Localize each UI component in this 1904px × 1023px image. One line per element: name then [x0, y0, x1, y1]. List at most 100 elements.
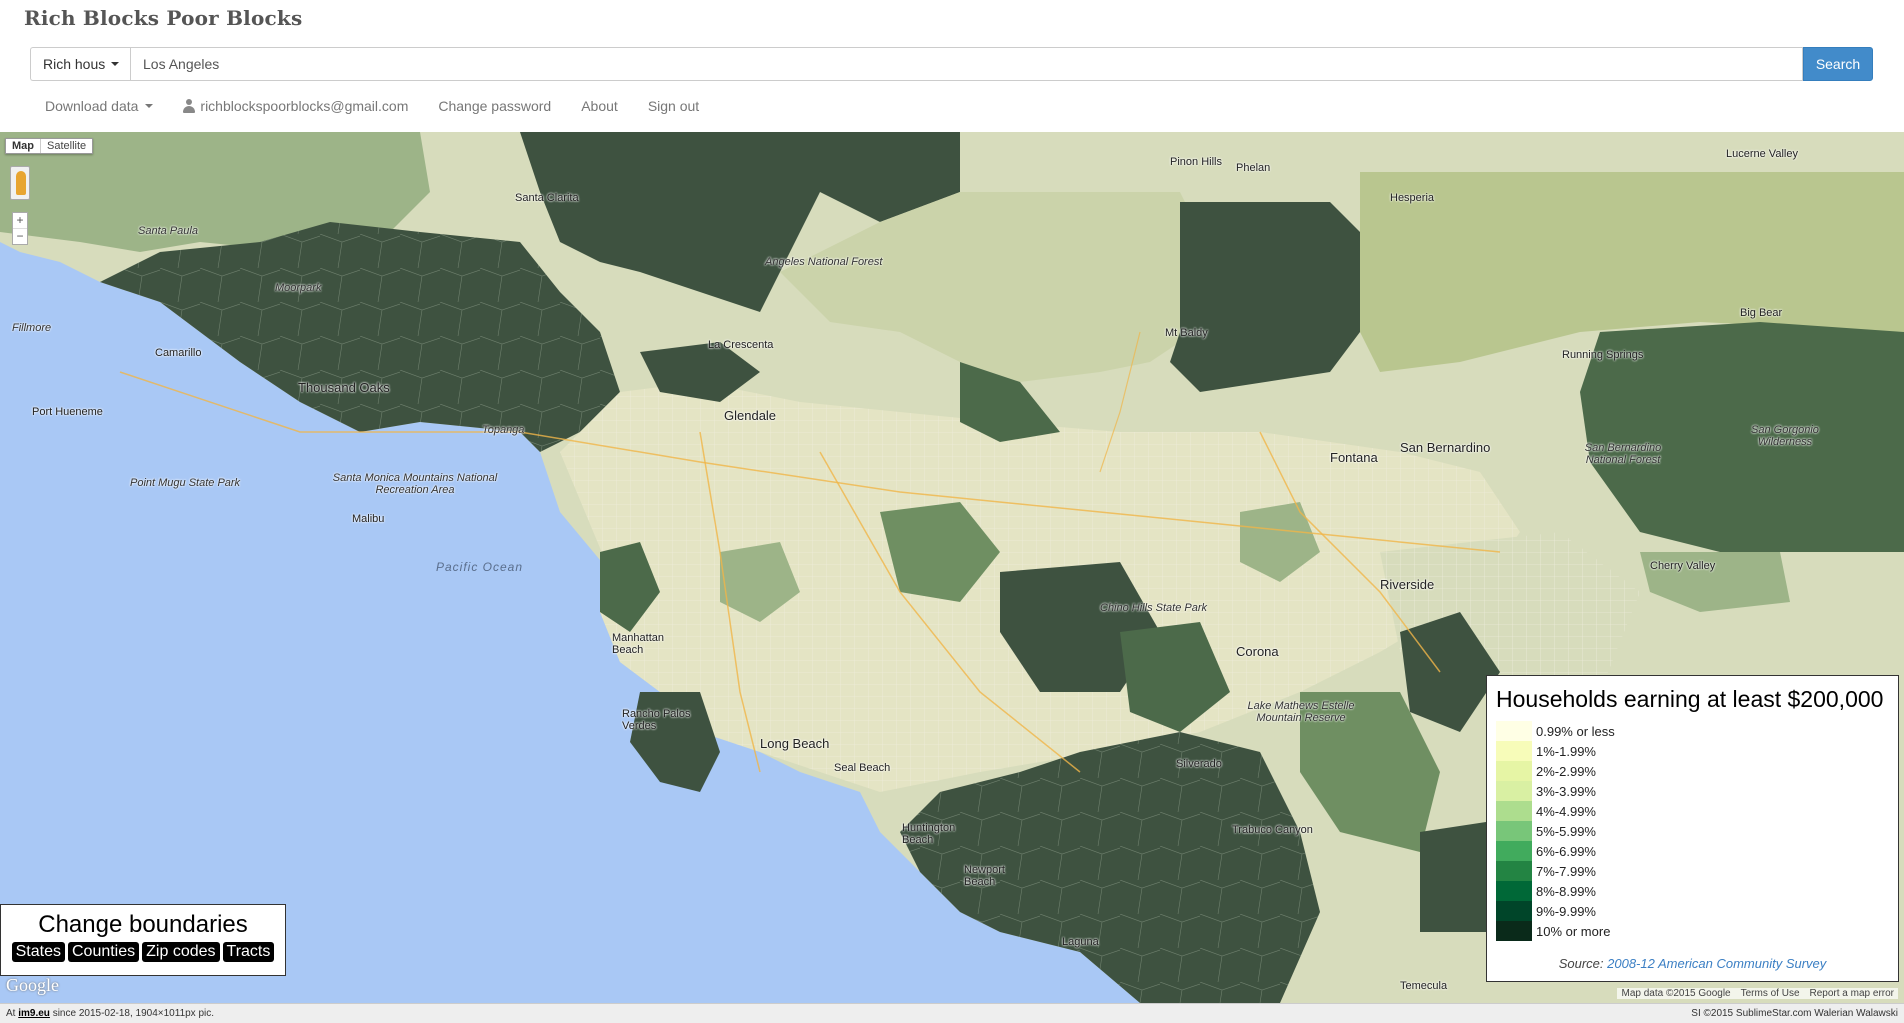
legend-label: 7%-7.99% [1536, 863, 1596, 879]
top-nav: Download data richblockspoorblocks@gmail… [30, 94, 714, 118]
legend-label: 4%-4.99% [1536, 803, 1596, 819]
label-fontana: Fontana [1330, 450, 1378, 465]
legend-swatch [1496, 921, 1532, 941]
legend-row: 5%-5.99% [1496, 821, 1889, 841]
report-map-error-link[interactable]: Report a map error [1810, 988, 1894, 999]
legend-swatch [1496, 801, 1532, 821]
legend-label: 9%-9.99% [1536, 903, 1596, 919]
legend-label: 2%-2.99% [1536, 763, 1596, 779]
legend-source-prefix: Source: [1558, 956, 1604, 971]
search-button[interactable]: Search [1803, 47, 1873, 81]
label-corona: Corona [1236, 644, 1279, 659]
google-logo[interactable]: Google [6, 975, 59, 996]
label-port-hueneme: Port Hueneme [32, 406, 103, 418]
legend-row: 4%-4.99% [1496, 801, 1889, 821]
legend-row: 1%-1.99% [1496, 741, 1889, 761]
legend-label: 1%-1.99% [1536, 743, 1596, 759]
legend-label: 3%-3.99% [1536, 783, 1596, 799]
label-trabuco: Trabuco Canyon [1232, 824, 1313, 836]
label-newport-beach: Newport Beach [964, 864, 1005, 888]
label-pacific-ocean: Pacific Ocean [436, 560, 524, 574]
legend-source-link[interactable]: 2008-12 American Community Survey [1607, 956, 1826, 971]
user-icon [183, 99, 196, 113]
label-malibu: Malibu [352, 513, 385, 525]
legend-label: 0.99% or less [1536, 723, 1615, 739]
label-lake-mathews: Lake Mathews Estelle Mountain Reserve [1247, 700, 1355, 724]
legend-row: 0.99% or less [1496, 721, 1889, 741]
zip-codes-button[interactable]: Zip codes [142, 942, 220, 962]
label-long-beach: Long Beach [760, 736, 830, 751]
label-lucerne-valley: Lucerne Valley [1726, 148, 1798, 160]
label-san-gorgonio: San Gorgonio Wilderness [1751, 424, 1819, 448]
search-bar: Rich hous Search [30, 47, 1873, 81]
legend-row: 3%-3.99% [1496, 781, 1889, 801]
label-running-springs: Running Springs [1562, 349, 1644, 361]
about-link[interactable]: About [566, 98, 633, 114]
boundary-buttons: States Counties Zip codes Tracts [1, 942, 285, 962]
label-palos-verdes: Rancho Palos Verdes [622, 708, 691, 732]
label-thousand-oaks: Thousand Oaks [298, 380, 390, 395]
label-chino-hills: Chino Hills State Park [1100, 602, 1207, 614]
label-fillmore: Fillmore [12, 322, 52, 334]
sign-out-link[interactable]: Sign out [633, 98, 714, 114]
label-santa-clarita: Santa Clarita [515, 192, 579, 204]
label-angeles-forest: Angeles National Forest [765, 256, 883, 268]
data-type-dropdown[interactable]: Rich hous [30, 47, 130, 81]
change-password-link[interactable]: Change password [423, 98, 566, 114]
label-laguna: Laguna [1062, 936, 1099, 948]
footer-right: SI ©2015 SublimeStar.com Walerian Walaws… [1691, 1008, 1898, 1019]
zoom-control: + − [12, 212, 28, 245]
street-view-pegman-icon[interactable] [10, 166, 30, 200]
label-san-bernardino: San Bernardino [1400, 440, 1491, 455]
legend-row: 6%-6.99% [1496, 841, 1889, 861]
zoom-out-button[interactable]: − [13, 229, 27, 244]
label-huntington-beach: Huntington Beach [902, 822, 956, 846]
tracts-button[interactable]: Tracts [222, 942, 275, 962]
image-host-footer: At im9.eu since 2015-02-18, 1904×1011px … [0, 1003, 1904, 1023]
legend-source: Source: 2008-12 American Community Surve… [1487, 956, 1898, 971]
account-email[interactable]: richblockspoorblocks@gmail.com [168, 98, 423, 114]
brand-title[interactable]: Rich Blocks Poor Blocks [24, 6, 302, 30]
footer-host-link[interactable]: im9.eu [18, 1008, 50, 1019]
label-big-bear: Big Bear [1740, 307, 1783, 319]
label-phelan: Phelan [1236, 162, 1271, 174]
footer-left: At im9.eu since 2015-02-18, 1904×1011px … [6, 1008, 214, 1019]
chevron-down-icon [145, 104, 154, 108]
legend-swatch [1496, 781, 1532, 801]
legend-rows: 0.99% or less 1%-1.99% 2%-2.99% 3%-3.99% 4%-… [1496, 721, 1889, 941]
search-input[interactable] [130, 47, 1803, 81]
counties-button[interactable]: Counties [67, 942, 140, 962]
header: Rich Blocks Poor Blocks Rich hous Search… [0, 0, 1904, 132]
legend-row: 8%-8.99% [1496, 881, 1889, 901]
zoom-in-button[interactable]: + [13, 213, 27, 229]
map-attribution: Map data ©2015 Google Terms of Use Repor… [1617, 988, 1898, 999]
map-type-map-button[interactable]: Map [6, 139, 41, 153]
label-riverside: Riverside [1380, 577, 1435, 592]
legend-label: 6%-6.99% [1536, 843, 1596, 859]
legend-row: 2%-2.99% [1496, 761, 1889, 781]
legend-row: 9%-9.99% [1496, 901, 1889, 921]
label-manhattan-beach: Manhattan Beach [612, 632, 664, 656]
legend-panel: Households earning at least $200,000 0.9… [1486, 675, 1899, 982]
states-button[interactable]: States [11, 942, 65, 962]
legend-row: 7%-7.99% [1496, 861, 1889, 881]
label-camarillo: Camarillo [155, 347, 202, 359]
map-type-satellite-button[interactable]: Satellite [41, 139, 92, 153]
legend-row: 10% or more [1496, 921, 1889, 941]
chevron-down-icon [111, 62, 120, 66]
legend-swatch [1496, 841, 1532, 861]
change-boundaries-title: Change boundaries [38, 911, 248, 938]
label-hesperia: Hesperia [1390, 192, 1435, 204]
label-santa-paula: Santa Paula [138, 225, 198, 237]
legend-swatch [1496, 881, 1532, 901]
terms-of-use-link[interactable]: Terms of Use [1741, 988, 1800, 999]
label-santa-monica-mtns: Santa Monica Mountains National Recreati… [332, 472, 498, 496]
region-mt-baldy [1170, 202, 1360, 392]
legend-label: 5%-5.99% [1536, 823, 1596, 839]
download-data-label: Download data [45, 98, 139, 114]
download-data-menu[interactable]: Download data [30, 98, 168, 114]
footer-left-prefix: At [6, 1008, 16, 1019]
label-seal-beach: Seal Beach [834, 762, 891, 774]
label-sb-forest: San Bernardino National Forest [1584, 442, 1662, 466]
label-mt-baldy: Mt Baldy [1165, 327, 1208, 339]
